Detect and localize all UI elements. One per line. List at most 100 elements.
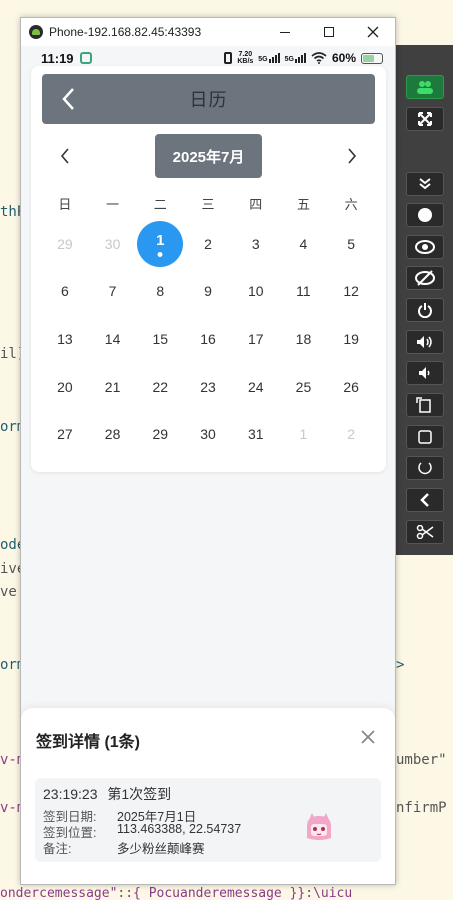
wifi-icon (311, 52, 327, 64)
calendar-day[interactable]: 21 (89, 363, 137, 411)
network-speed: 7.20 KB/s (237, 51, 253, 65)
calendar-day[interactable]: 14 (89, 315, 137, 363)
calendar-day[interactable]: 12 (327, 268, 375, 316)
calendar-week-row: 6 7 8 9 10 11 12 (41, 268, 375, 316)
day-number: 4 (299, 235, 308, 252)
calendar-day[interactable]: 11 (280, 268, 328, 316)
calendar-day[interactable]: 27 (41, 410, 89, 458)
maximize-button[interactable] (307, 18, 351, 46)
calendar-day[interactable]: 28 (89, 410, 137, 458)
calendar-day[interactable]: 9 (184, 268, 232, 316)
record-button[interactable] (406, 203, 444, 227)
calendar-day[interactable]: 23 (184, 363, 232, 411)
calendar-day[interactable]: 16 (184, 315, 232, 363)
calendar-day[interactable]: 22 (136, 363, 184, 411)
calendar-day[interactable]: 1 (280, 410, 328, 458)
day-number: 7 (108, 283, 117, 300)
day-number: 1 (156, 232, 165, 250)
next-month-button[interactable] (340, 144, 364, 168)
screenshot-button[interactable] (406, 520, 444, 544)
calendar-day[interactable]: 30 (89, 220, 137, 268)
previous-month-button[interactable] (53, 144, 77, 168)
code-fragment: > (396, 657, 405, 673)
calendar-day[interactable]: 15 (136, 315, 184, 363)
calendar-day[interactable]: 26 (327, 363, 375, 411)
calendar-day[interactable]: 10 (232, 268, 280, 316)
checkin-record[interactable]: 23:19:23 第1次签到 签到日期: 2025年7月1日 签到位置: 113… (35, 778, 381, 862)
day-number: 23 (200, 378, 216, 395)
checkin-marker-dot (157, 251, 163, 257)
overview-button[interactable] (406, 456, 444, 480)
eye-icon (415, 240, 435, 254)
day-number: 16 (200, 330, 216, 347)
power-button[interactable] (406, 298, 444, 322)
calendar-day[interactable]: 20 (41, 363, 89, 411)
calendar-day[interactable]: 17 (232, 315, 280, 363)
day-number: 24 (247, 378, 264, 395)
calendar-day[interactable]: 3 (232, 220, 280, 268)
calendar-day[interactable]: 13 (41, 315, 89, 363)
day-number: 20 (57, 378, 73, 395)
calendar-day[interactable]: 29 (41, 220, 89, 268)
calendar-day[interactable]: 24 (232, 363, 280, 411)
calendar-day[interactable]: 5 (327, 220, 375, 268)
chevron-right-icon (348, 148, 357, 164)
calendar-day[interactable]: 2 (184, 220, 232, 268)
battery-fill (363, 54, 374, 62)
network-speed-unit: KB/s (237, 58, 254, 65)
back-arrow-icon (420, 493, 429, 507)
calendar-day[interactable]: 25 (280, 363, 328, 411)
calendar-day[interactable]: 30 (184, 410, 232, 458)
back-button[interactable] (406, 488, 444, 512)
checkin-details-sheet: 签到详情 (1条) 23:19:23 第1次签到 签到日期: 2025年7月1日… (21, 708, 395, 884)
rotate-button[interactable] (406, 393, 444, 417)
double-chevron-down-icon (419, 178, 431, 190)
calendar-day[interactable]: 7 (89, 268, 137, 316)
emulator-toolbar (396, 45, 453, 555)
volume-down-button[interactable] (406, 361, 444, 385)
weekday-label: 一 (106, 198, 120, 213)
day-number: 30 (104, 235, 121, 252)
battery-icon (361, 52, 383, 64)
day-number: 2 (347, 426, 356, 443)
record-icon (418, 208, 432, 222)
circle-icon (418, 462, 432, 475)
minimize-button[interactable] (263, 18, 307, 46)
calendar-day[interactable]: 8 (136, 268, 184, 316)
close-sheet-button[interactable] (357, 726, 379, 748)
weekday-label: 二 (153, 198, 167, 213)
fullscreen-button[interactable] (406, 107, 444, 131)
network-speed-value: 7.20 (238, 51, 253, 58)
back-button[interactable] (56, 86, 80, 112)
record-remark-row: 备注: 多少粉丝颠峰赛 (43, 838, 205, 857)
show-button[interactable] (406, 235, 444, 259)
calendar-day[interactable]: 2 (327, 410, 375, 458)
weekday-label: 四 (249, 198, 263, 213)
battery-percent: 60% (331, 51, 356, 65)
collapse-button[interactable] (406, 172, 444, 196)
record-heading: 23:19:23 第1次签到 (43, 784, 171, 804)
close-window-button[interactable] (351, 18, 395, 46)
calendar-day[interactable]: 19 (327, 315, 375, 363)
calendar-week-row: 20 21 22 23 24 25 26 (41, 363, 375, 411)
calendar-day[interactable]: 6 (41, 268, 89, 316)
calendar-day[interactable]: 31 (232, 410, 280, 458)
calendar-day[interactable]: 4 (280, 220, 328, 268)
chevron-left-icon (60, 148, 69, 164)
day-number: 10 (247, 283, 264, 300)
volume-down-icon (419, 367, 430, 379)
home-button[interactable] (406, 425, 444, 449)
day-number: 13 (57, 330, 73, 347)
avatar[interactable] (303, 812, 335, 844)
weekday-label: 三 (201, 198, 215, 213)
day-number: 29 (152, 426, 169, 443)
volume-up-button[interactable] (406, 330, 444, 354)
people-icon-button[interactable] (406, 75, 444, 99)
month-picker-button[interactable]: 2025年7月 (155, 134, 262, 178)
calendar-day-selected[interactable]: 1 (136, 220, 184, 268)
day-number: 8 (156, 283, 165, 300)
code-fragment: ondercemessage"::{ Pocuanderemessage }}:… (0, 886, 353, 900)
hide-button[interactable] (406, 266, 444, 290)
calendar-day[interactable]: 29 (136, 410, 184, 458)
calendar-day[interactable]: 18 (280, 315, 328, 363)
